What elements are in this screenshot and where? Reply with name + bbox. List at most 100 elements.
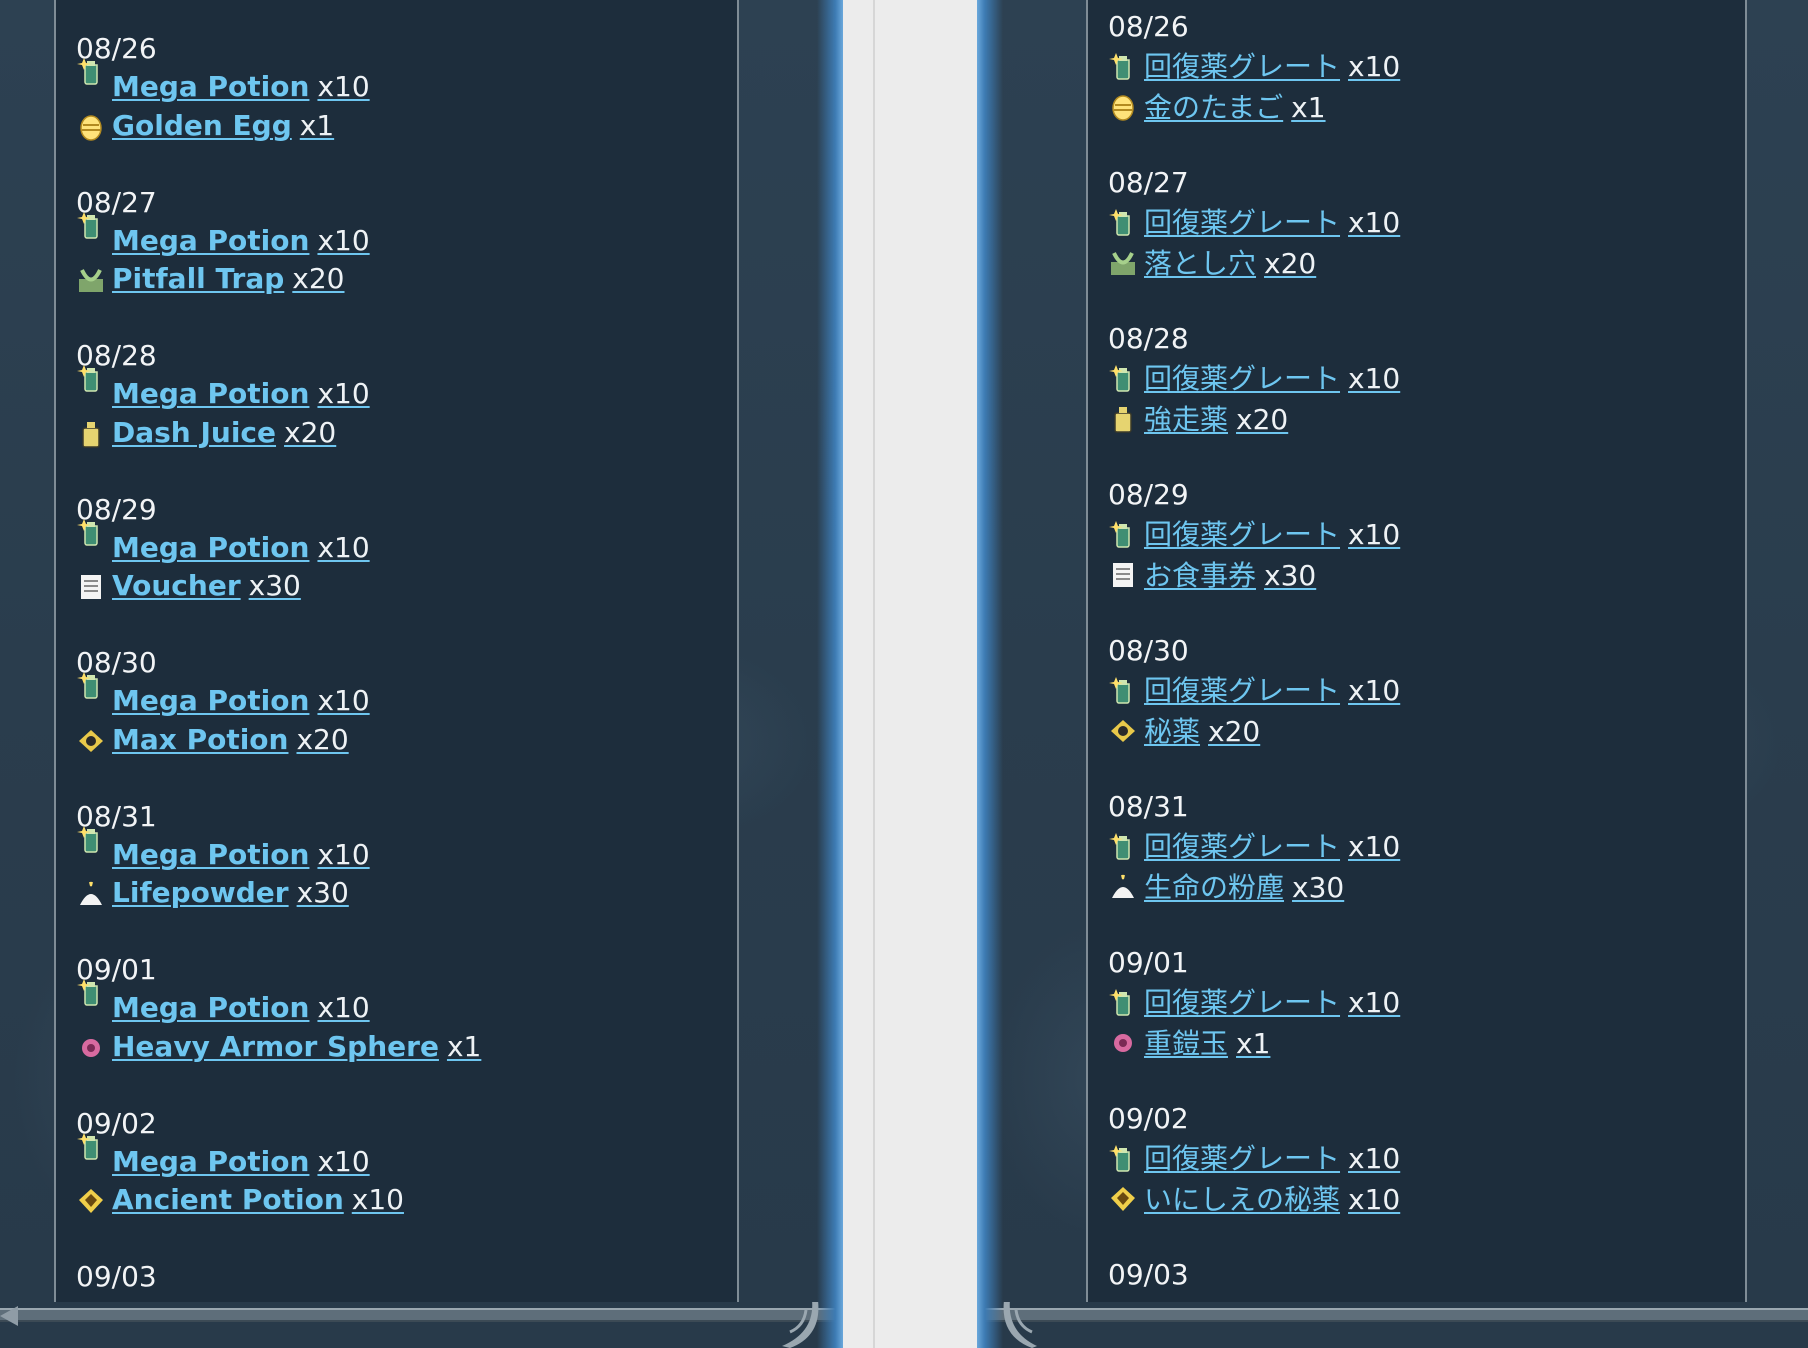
item-name[interactable]: Lifepowder (112, 876, 289, 909)
login-bonus-list-panel-jp[interactable]: 08/26 回復薬グレート x10 金のたまご x1 08/27 回復薬グレート x10 落とし… (1086, 0, 1747, 1302)
item-name[interactable]: お食事券 (1144, 559, 1256, 592)
max-potion-icon (76, 726, 106, 756)
login-bonus-list-panel[interactable]: 08/26 Mega Potion x10 Golden Egg x1 08/27 Mega… (54, 0, 739, 1302)
mega-potion-icon (76, 670, 106, 700)
item-link[interactable]: 生命の粉塵 x30 (1144, 867, 1344, 908)
item-link[interactable]: 秘薬 x20 (1144, 711, 1260, 752)
item-name[interactable]: Voucher (112, 569, 241, 602)
item-name[interactable]: 生命の粉塵 (1144, 871, 1284, 904)
reward-row: 回復薬グレート x10 (1108, 358, 1745, 399)
reward-row: Dash Juice x20 (76, 414, 737, 453)
date-label: 08/29 (1108, 478, 1189, 511)
item-link[interactable]: 落とし穴 x20 (1144, 243, 1316, 284)
item-name[interactable]: Mega Potion (112, 70, 309, 103)
armor-sphere-icon (76, 1033, 106, 1063)
item-link[interactable]: お食事券 x30 (1144, 555, 1316, 596)
item-link[interactable]: 回復薬グレート x10 (1144, 358, 1400, 399)
ornamental-frame-bottom-jp (977, 1302, 1808, 1348)
item-link[interactable]: Mega Potion x10 (112, 222, 370, 260)
mega-potion-icon (1108, 519, 1138, 549)
item-name[interactable]: Ancient Potion (112, 1183, 344, 1216)
item-name[interactable]: Heavy Armor Sphere (112, 1030, 439, 1063)
item-link[interactable]: Mega Potion x10 (112, 68, 370, 106)
date-label: 08/26 (76, 32, 157, 65)
item-name[interactable]: Mega Potion (112, 838, 309, 871)
item-link[interactable]: Golden Egg x1 (112, 107, 334, 145)
item-link[interactable]: Mega Potion x10 (112, 529, 370, 567)
item-link[interactable]: Mega Potion x10 (112, 989, 370, 1027)
item-link[interactable]: 強走薬 x20 (1144, 399, 1288, 440)
item-quantity: x10 (1348, 518, 1401, 551)
day-entry: 09/01 Mega Potion x10 Heavy Armor Sphere x1 (76, 951, 737, 1105)
item-name[interactable]: いにしえの秘薬 (1144, 1183, 1340, 1216)
date-label: 09/02 (76, 1106, 157, 1140)
item-link[interactable]: Ancient Potion x10 (112, 1181, 404, 1219)
item-link[interactable]: Lifepowder x30 (112, 874, 349, 912)
item-link[interactable]: 回復薬グレート x10 (1144, 514, 1400, 555)
item-name[interactable]: 回復薬グレート (1144, 986, 1340, 1019)
item-name[interactable]: Max Potion (112, 723, 288, 756)
item-link[interactable]: Max Potion x20 (112, 721, 349, 759)
item-name[interactable]: 回復薬グレート (1144, 206, 1340, 239)
date-label: 08/27 (1108, 166, 1189, 199)
day-entry: 08/29 回復薬グレート x10 お食事券 x30 (1108, 476, 1745, 632)
day-entry: 08/28 回復薬グレート x10 強走薬 x20 (1108, 320, 1745, 476)
day-list: 08/26 Mega Potion x10 Golden Egg x1 08/27 Mega… (76, 30, 737, 1302)
item-name[interactable]: Golden Egg (112, 109, 292, 142)
item-link[interactable]: 回復薬グレート x10 (1144, 670, 1400, 711)
item-name[interactable]: 回復薬グレート (1144, 1142, 1340, 1175)
item-link[interactable]: 重鎧玉 x1 (1144, 1023, 1270, 1064)
mega-potion-icon (1108, 987, 1138, 1017)
item-name[interactable]: Mega Potion (112, 991, 309, 1024)
item-name[interactable]: Mega Potion (112, 377, 309, 410)
item-quantity: x10 (1348, 1183, 1401, 1216)
item-link[interactable]: Mega Potion x10 (112, 682, 370, 720)
item-name[interactable]: 回復薬グレート (1144, 674, 1340, 707)
item-link[interactable]: Pitfall Trap x20 (112, 260, 345, 298)
item-link[interactable]: Mega Potion x10 (112, 836, 370, 874)
item-link[interactable]: 回復薬グレート x10 (1144, 1138, 1400, 1179)
item-name[interactable]: 回復薬グレート (1144, 362, 1340, 395)
reward-row: 回復薬グレート x10 (1108, 670, 1745, 711)
item-name[interactable]: 強走薬 (1144, 403, 1228, 436)
item-name[interactable]: 金のたまご (1144, 91, 1283, 124)
item-name[interactable]: 重鎧玉 (1144, 1027, 1228, 1060)
item-link[interactable]: Voucher x30 (112, 567, 301, 605)
item-quantity: x10 (1348, 362, 1401, 395)
item-quantity: x10 (1348, 830, 1401, 863)
item-link[interactable]: 金のたまご x1 (1144, 87, 1326, 128)
item-name[interactable]: 落とし穴 (1144, 247, 1256, 280)
item-name[interactable]: Mega Potion (112, 684, 309, 717)
item-name[interactable]: 回復薬グレート (1144, 518, 1340, 551)
item-link[interactable]: Mega Potion x10 (112, 1143, 370, 1181)
mega-potion-icon (1108, 1143, 1138, 1173)
item-name[interactable]: Mega Potion (112, 224, 309, 257)
item-name[interactable]: Dash Juice (112, 416, 276, 449)
item-name[interactable]: Pitfall Trap (112, 262, 284, 295)
item-link[interactable]: 回復薬グレート x10 (1144, 46, 1400, 87)
reward-row: Mega Potion x10 (76, 211, 737, 261)
item-link[interactable]: Mega Potion x10 (112, 375, 370, 413)
date-label: 08/30 (76, 646, 157, 679)
reward-row: 秘薬 x20 (1108, 711, 1745, 752)
reward-row: Mega Potion x10 (76, 979, 737, 1028)
item-name[interactable]: Mega Potion (112, 1145, 309, 1178)
item-link[interactable]: Heavy Armor Sphere x1 (112, 1028, 481, 1066)
armor-sphere-icon (1108, 1028, 1138, 1058)
day-entry: 08/26 回復薬グレート x10 金のたまご x1 (1108, 8, 1745, 164)
item-link[interactable]: Dash Juice x20 (112, 414, 336, 452)
item-name[interactable]: 回復薬グレート (1144, 830, 1340, 863)
item-link[interactable]: いにしえの秘薬 x10 (1144, 1179, 1400, 1220)
reward-row: 重鎧玉 x1 (1108, 1023, 1745, 1064)
item-link[interactable]: 回復薬グレート x10 (1144, 826, 1400, 867)
item-name[interactable]: 秘薬 (1144, 715, 1200, 748)
item-name[interactable]: Mega Potion (112, 531, 309, 564)
item-quantity: x10 (1348, 206, 1401, 239)
item-link[interactable]: 回復薬グレート x10 (1144, 202, 1400, 243)
reward-row: 落とし穴 x20 (1108, 243, 1745, 284)
item-name[interactable]: 回復薬グレート (1144, 50, 1340, 83)
item-link[interactable]: 回復薬グレート x10 (1144, 982, 1400, 1023)
reward-row: Heavy Armor Sphere x1 (76, 1028, 737, 1067)
japanese-screenshot-pane: 08/26 回復薬グレート x10 金のたまご x1 08/27 回復薬グレート x10 落とし… (977, 0, 1808, 1348)
reward-row: Mega Potion x10 (76, 365, 737, 414)
